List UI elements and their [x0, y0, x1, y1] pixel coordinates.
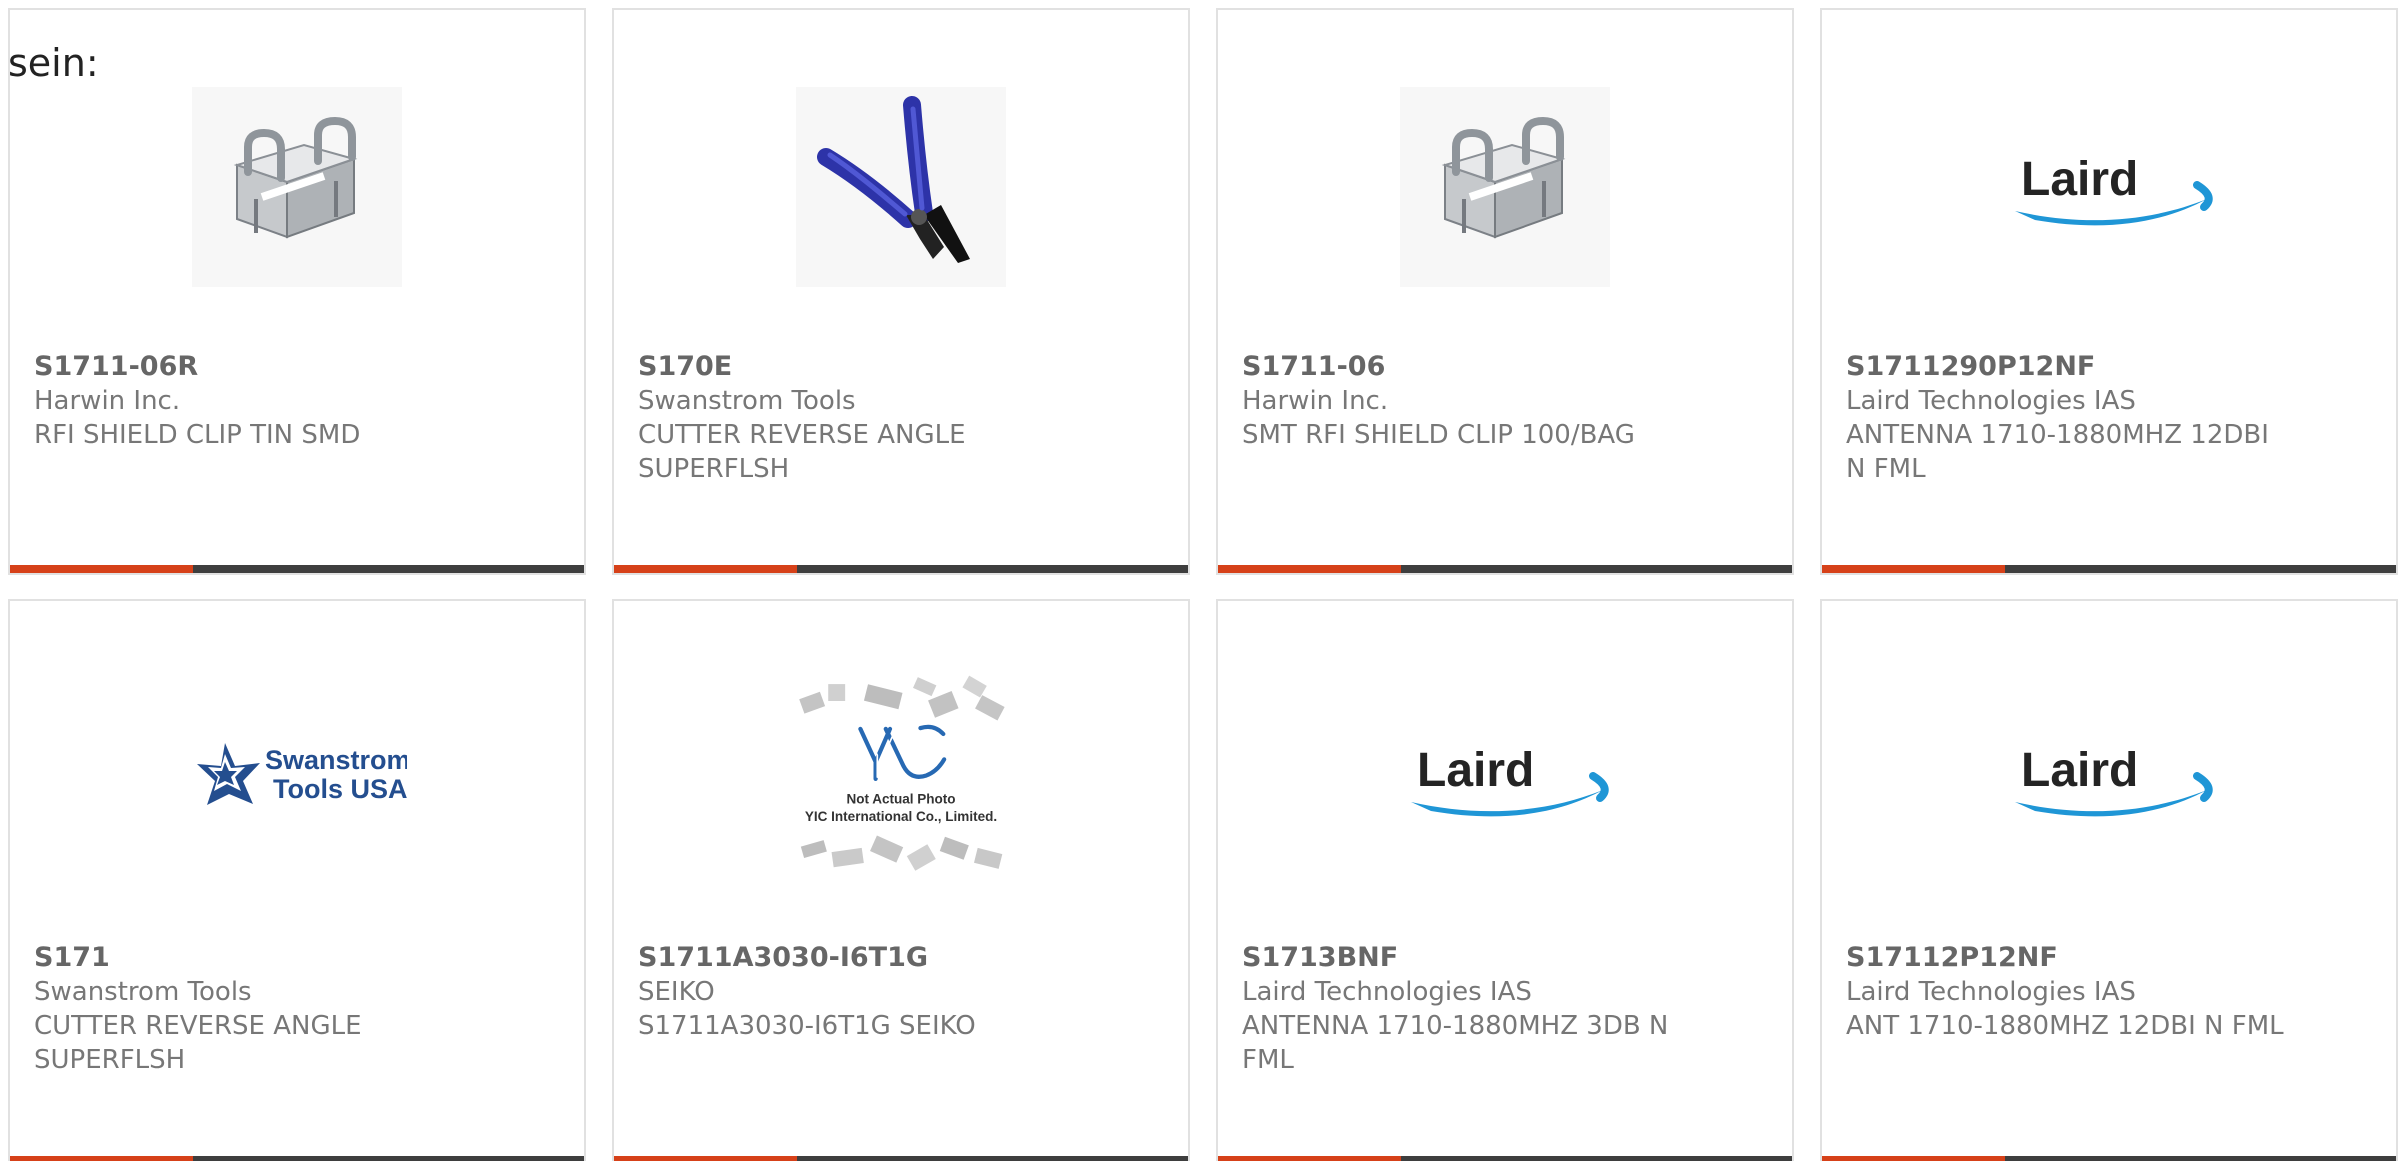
product-card[interactable]: S170E Swanstrom Tools CUTTER REVERSE ANG… — [612, 8, 1190, 575]
laird-logo-image[interactable]: Laird — [1395, 673, 1615, 883]
supplier-photo-text: YIC International Co., Limited. — [805, 809, 997, 824]
part-number[interactable]: S170E — [638, 350, 1078, 384]
accent-dark-segment — [2005, 1156, 2396, 1161]
product-results-page: sein: S1711-06R Harwin Inc. RFI SHIELD C… — [0, 0, 2400, 1161]
cutter-image[interactable] — [791, 82, 1011, 292]
swanstrom-logo-line-2: Tools USA — [273, 774, 407, 804]
manufacturer-name: Harwin Inc. — [1242, 386, 1389, 416]
card-accent-bar — [614, 1156, 1188, 1161]
product-grid: S1711-06R Harwin Inc. RFI SHIELD CLIP TI… — [8, 8, 2400, 1161]
not-actual-photo-image[interactable]: Not Actual Photo YIC International Co., … — [791, 673, 1011, 883]
accent-red-segment — [1218, 1156, 1401, 1161]
accent-dark-segment — [193, 1156, 584, 1161]
accent-dark-segment — [2005, 565, 2396, 573]
product-description: CUTTER REVERSE ANGLE SUPERFLSH — [34, 1011, 362, 1075]
manufacturer-name: Laird Technologies IAS — [1846, 977, 2136, 1007]
card-accent-bar — [10, 1156, 584, 1161]
product-meta: S170E Swanstrom Tools CUTTER REVERSE ANG… — [638, 350, 1078, 486]
product-description: ANTENNA 1710-1880MHZ 3DB N FML — [1242, 1011, 1669, 1075]
product-description: S1711A3030-I6T1G SEIKO — [638, 1011, 976, 1041]
part-number[interactable]: S1713BNF — [1242, 941, 1682, 975]
card-accent-bar — [1218, 1156, 1792, 1161]
product-description: SMT RFI SHIELD CLIP 100/BAG — [1242, 420, 1635, 450]
product-card[interactable]: Not Actual Photo YIC International Co., … — [612, 599, 1190, 1161]
product-meta: S1711-06 Harwin Inc. SMT RFI SHIELD CLIP… — [1242, 350, 1682, 452]
product-card[interactable]: Laird S17112P12NF Laird Technologies IAS… — [1820, 599, 2398, 1161]
accent-red-segment — [1218, 565, 1401, 573]
product-description: CUTTER REVERSE ANGLE SUPERFLSH — [638, 420, 966, 484]
swanstrom-logo-image[interactable]: Swanstrom Tools USA — [187, 673, 407, 883]
accent-red-segment — [614, 1156, 797, 1161]
product-meta: S1711-06R Harwin Inc. RFI SHIELD CLIP TI… — [34, 350, 474, 452]
accent-dark-segment — [797, 1156, 1188, 1161]
accent-red-segment — [10, 1156, 193, 1161]
manufacturer-name: Swanstrom Tools — [638, 386, 856, 416]
accent-red-segment — [10, 565, 193, 573]
product-card[interactable]: Swanstrom Tools USA S171 Swanstrom Tools… — [8, 599, 586, 1161]
shield-clip-image[interactable] — [1395, 82, 1615, 292]
card-accent-bar — [10, 565, 584, 573]
part-number[interactable]: S17112P12NF — [1846, 941, 2286, 975]
accent-dark-segment — [1401, 565, 1792, 573]
shield-clip-image[interactable] — [187, 82, 407, 292]
laird-logo-image[interactable]: Laird — [1999, 673, 2219, 883]
product-meta: S17112P12NF Laird Technologies IAS ANT 1… — [1846, 941, 2286, 1043]
swanstrom-logo-line-1: Swanstrom — [265, 745, 407, 775]
product-meta: S1711290P12NF Laird Technologies IAS ANT… — [1846, 350, 2286, 486]
product-meta: S1711A3030-I6T1G SEIKO S1711A3030-I6T1G … — [638, 941, 1078, 1043]
lead-text: sein: — [8, 41, 99, 85]
not-actual-photo-text: Not Actual Photo — [846, 791, 955, 806]
accent-dark-segment — [1401, 1156, 1792, 1161]
laird-logo-text: Laird — [2021, 153, 2138, 206]
laird-logo-text: Laird — [2021, 744, 2138, 797]
card-accent-bar — [1822, 1156, 2396, 1161]
manufacturer-name: Harwin Inc. — [34, 386, 181, 416]
product-card[interactable]: Laird S1711290P12NF Laird Technologies I… — [1820, 8, 2398, 575]
manufacturer-name: Swanstrom Tools — [34, 977, 252, 1007]
accent-dark-segment — [193, 565, 584, 573]
part-number[interactable]: S171 — [34, 941, 474, 975]
product-description: ANTENNA 1710-1880MHZ 12DBI N FML — [1846, 420, 2269, 484]
part-number[interactable]: S1711-06R — [34, 350, 474, 384]
manufacturer-name: SEIKO — [638, 977, 715, 1007]
card-accent-bar — [1218, 565, 1792, 573]
product-meta: S1713BNF Laird Technologies IAS ANTENNA … — [1242, 941, 1682, 1077]
product-card[interactable]: S1711-06R Harwin Inc. RFI SHIELD CLIP TI… — [8, 8, 586, 575]
manufacturer-name: Laird Technologies IAS — [1242, 977, 1532, 1007]
product-card[interactable]: Laird S1713BNF Laird Technologies IAS AN… — [1216, 599, 1794, 1161]
product-description: ANT 1710-1880MHZ 12DBI N FML — [1846, 1011, 2284, 1041]
accent-dark-segment — [797, 565, 1188, 573]
card-accent-bar — [614, 565, 1188, 573]
accent-red-segment — [614, 565, 797, 573]
card-accent-bar — [1822, 565, 2396, 573]
part-number[interactable]: S1711A3030-I6T1G — [638, 941, 1078, 975]
laird-logo-image[interactable]: Laird — [1999, 82, 2219, 292]
laird-logo-text: Laird — [1417, 744, 1534, 797]
product-meta: S171 Swanstrom Tools CUTTER REVERSE ANGL… — [34, 941, 474, 1077]
part-number[interactable]: S1711-06 — [1242, 350, 1682, 384]
product-description: RFI SHIELD CLIP TIN SMD — [34, 420, 361, 450]
manufacturer-name: Laird Technologies IAS — [1846, 386, 2136, 416]
accent-red-segment — [1822, 565, 2005, 573]
accent-red-segment — [1822, 1156, 2005, 1161]
part-number[interactable]: S1711290P12NF — [1846, 350, 2286, 384]
product-card[interactable]: S1711-06 Harwin Inc. SMT RFI SHIELD CLIP… — [1216, 8, 1794, 575]
